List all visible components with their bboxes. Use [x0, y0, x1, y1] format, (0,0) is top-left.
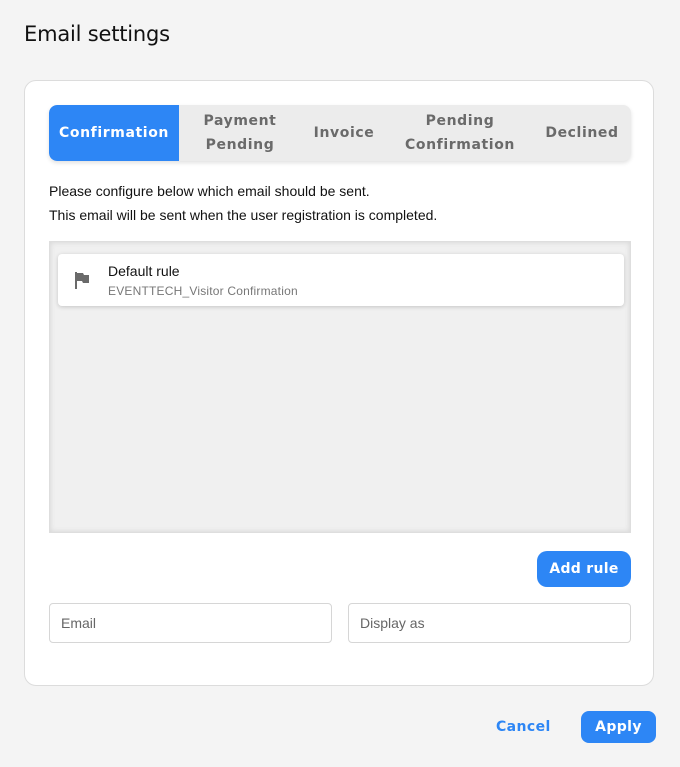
description-line-1: Please configure below which email shoul… [49, 183, 370, 199]
email-settings-panel: Confirmation Payment Pending Invoice Pen… [24, 80, 654, 686]
cancel-button[interactable]: Cancel [490, 712, 556, 742]
dialog-title: Email settings [24, 22, 170, 46]
display-as-field[interactable] [348, 603, 631, 643]
tab-confirmation[interactable]: Confirmation [49, 105, 179, 161]
description-line-2: This email will be sent when the user re… [49, 207, 438, 223]
tab-bar: Confirmation Payment Pending Invoice Pen… [49, 105, 631, 161]
tab-pending-confirmation[interactable]: Pending Confirmation [387, 105, 533, 161]
rule-name: Default rule [108, 263, 180, 279]
tab-payment-pending[interactable]: Payment Pending [179, 105, 301, 161]
email-field[interactable] [49, 603, 332, 643]
rule-template: EVENTTECH_Visitor Confirmation [108, 284, 298, 298]
apply-button[interactable]: Apply [581, 711, 656, 743]
tab-declined[interactable]: Declined [533, 105, 631, 161]
flag-icon [75, 272, 89, 289]
rule-item-default[interactable]: Default rule EVENTTECH_Visitor Confirmat… [58, 254, 624, 306]
add-rule-button[interactable]: Add rule [537, 551, 631, 587]
rules-list: Default rule EVENTTECH_Visitor Confirmat… [49, 241, 631, 533]
tab-invoice[interactable]: Invoice [301, 105, 387, 161]
